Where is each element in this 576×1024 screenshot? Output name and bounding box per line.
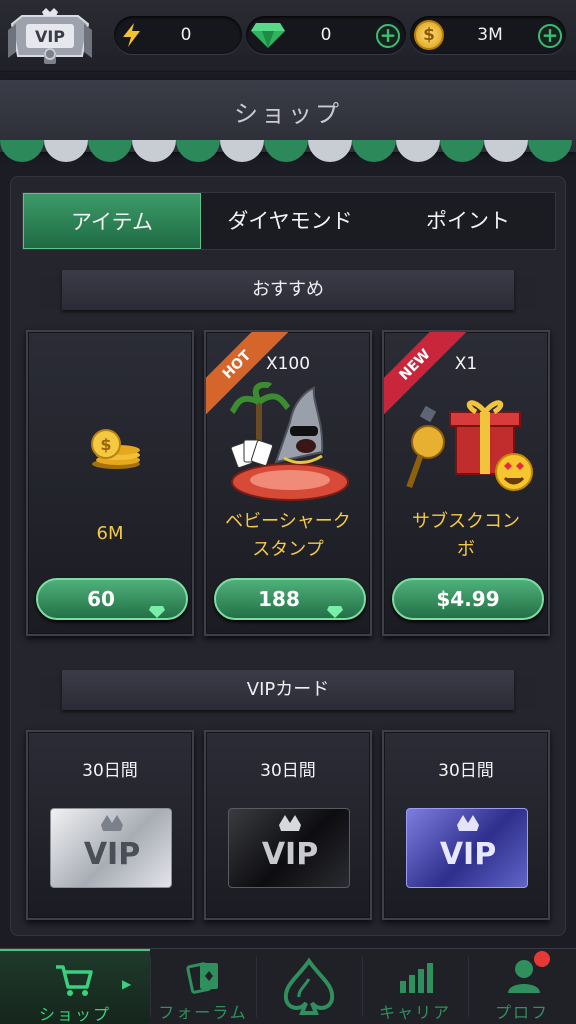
cart-icon xyxy=(54,963,94,1001)
shark-stamp-icon xyxy=(228,381,352,506)
vip-section-title: VIPカード xyxy=(246,679,330,700)
vip-section-header: VIPカード xyxy=(40,670,536,710)
nav-forum[interactable]: フォーラム xyxy=(150,949,256,1024)
item-name-line: サブスクコン xyxy=(412,511,520,532)
coin-icon: $ xyxy=(414,20,444,50)
buy-button[interactable]: 60 xyxy=(36,578,188,620)
item-name: ベビーシャーク スタンプ xyxy=(206,508,370,564)
vip-card-purple-icon: VIP xyxy=(406,808,528,888)
price-label: 188 xyxy=(258,587,300,611)
vip-card-silver-icon: VIP xyxy=(50,808,172,888)
diamond-icon xyxy=(148,593,166,631)
item-name: サブスクコン ボ xyxy=(384,508,548,564)
item-name-line: スタンプ xyxy=(252,539,324,560)
add-coin-button[interactable]: + xyxy=(538,24,562,48)
item-quantity: X100 xyxy=(265,354,311,374)
svg-text:$: $ xyxy=(100,435,111,454)
diamond-value: 0 xyxy=(320,25,332,45)
coin-stack-icon: $ xyxy=(86,428,146,474)
vip-duration: 30日間 xyxy=(438,761,494,781)
vip-card-item[interactable]: 30日間 VIP xyxy=(382,730,550,920)
page-title: ショップ xyxy=(234,100,342,128)
price-label: 60 xyxy=(87,587,115,611)
shop-item-card[interactable]: $ 6M 60 xyxy=(26,330,194,636)
vip-card-item[interactable]: 30日間 VIP xyxy=(204,730,372,920)
spade-logo-icon xyxy=(278,957,340,1021)
add-diamond-button[interactable]: + xyxy=(376,24,400,48)
item-name-line: ベビーシャーク xyxy=(225,511,351,532)
vip-badge-label: VIP xyxy=(34,27,66,46)
nav-forum-label: フォーラム xyxy=(158,1003,248,1022)
nav-home[interactable] xyxy=(256,949,362,1024)
bottom-navigation: ▶ ショップ フォーラム キャリア プロフ xyxy=(0,948,576,1024)
bar-chart-icon xyxy=(398,961,434,999)
recommended-section-header: おすすめ xyxy=(40,270,536,310)
energy-counter: 0 xyxy=(114,16,242,54)
tab-items[interactable]: アイテム xyxy=(23,193,201,249)
energy-value: 0 xyxy=(180,25,192,45)
item-name: 6M xyxy=(96,523,124,544)
diamond-icon xyxy=(250,21,286,53)
vip-card-label: VIP xyxy=(83,837,141,872)
nav-shop[interactable]: ▶ ショップ xyxy=(0,949,150,1024)
vip-card-item[interactable]: 30日間 VIP xyxy=(26,730,194,920)
buy-button[interactable]: $4.99 xyxy=(392,578,544,620)
vip-badge-icon[interactable]: VIP xyxy=(6,6,94,68)
shop-tabs: アイテム ダイヤモンド ポイント xyxy=(22,192,556,250)
nav-career[interactable]: キャリア xyxy=(362,949,468,1024)
tab-diamonds[interactable]: ダイヤモンド xyxy=(201,193,379,249)
awning-decoration xyxy=(0,140,576,178)
vip-card-black-icon: VIP xyxy=(228,808,350,888)
notification-dot xyxy=(534,951,550,967)
recommended-title: おすすめ xyxy=(252,279,324,300)
nav-profile[interactable]: プロフ xyxy=(468,949,576,1024)
vip-card-label: VIP xyxy=(261,837,319,872)
shop-item-card[interactable]: NEW X1 サブスクコン ボ $4.99 xyxy=(382,330,550,636)
vip-card-label: VIP xyxy=(439,837,497,872)
item-name-line: ボ xyxy=(457,539,475,560)
diamond-icon xyxy=(326,593,344,631)
vip-duration: 30日間 xyxy=(260,761,316,781)
gift-combo-icon xyxy=(402,394,536,498)
cards-icon xyxy=(186,959,222,999)
item-quantity: X1 xyxy=(454,354,478,374)
vip-duration: 30日間 xyxy=(82,761,138,781)
nav-career-label: キャリア xyxy=(378,1003,451,1022)
tab-points[interactable]: ポイント xyxy=(379,193,557,249)
nav-profile-label: プロフ xyxy=(494,1003,549,1022)
top-resource-bar: VIP 0 0 + $ 3M + xyxy=(0,0,576,72)
lightning-icon xyxy=(120,22,144,52)
chevron-right-icon: ▶ xyxy=(122,977,132,991)
buy-button[interactable]: 188 xyxy=(214,578,366,620)
shop-item-card[interactable]: HOT X100 ベビーシャーク スタンプ 188 xyxy=(204,330,372,636)
coin-value: 3M xyxy=(477,25,503,45)
nav-shop-label: ショップ xyxy=(38,1005,111,1024)
